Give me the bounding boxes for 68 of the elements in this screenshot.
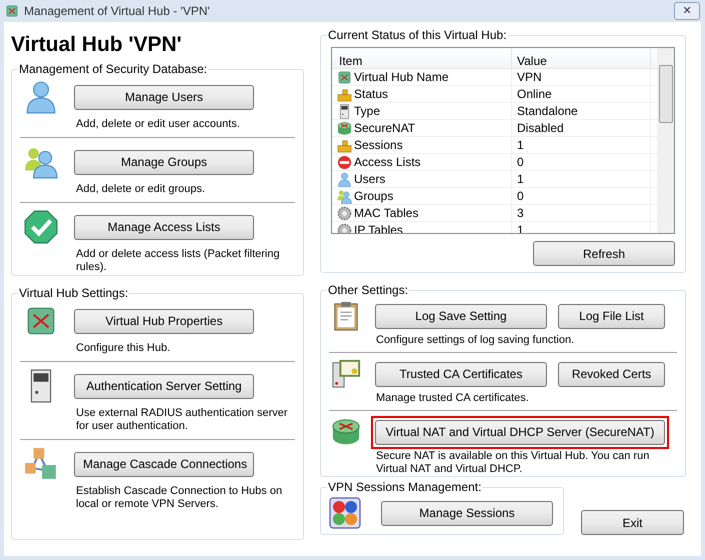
description: Establish Cascade Connection to Hubs on local or remote VPN Servers.: [76, 485, 284, 511]
action-button[interactable]: Virtual Hub Properties: [74, 308, 254, 334]
action-button[interactable]: Log File List: [558, 304, 665, 328]
action-button[interactable]: Manage Groups: [74, 150, 254, 174]
status-icon: [337, 138, 352, 152]
action-button[interactable]: Revoked Certs: [558, 362, 665, 386]
description: Configure settings of log saving function.: [376, 334, 576, 347]
table-cell: Sessions: [354, 138, 403, 152]
action-button[interactable]: Manage Access Lists: [74, 214, 254, 240]
scrollbar-thumb[interactable]: [658, 65, 672, 123]
table-cell: Online: [517, 86, 552, 102]
action-button[interactable]: Manage Cascade Connections: [74, 452, 254, 476]
table-cell: Status: [354, 86, 388, 102]
description: Add or delete access lists (Packet filtering rules).: [76, 248, 281, 274]
action-button[interactable]: Exit: [581, 510, 684, 535]
table-cell: Virtual Hub Name: [354, 70, 448, 84]
table-cell: 1: [517, 138, 524, 152]
description: Add, delete or edit groups.: [76, 183, 206, 196]
table-cell: 0: [517, 154, 524, 170]
description: Use external RADIUS authentication server for user authentication.: [76, 407, 289, 433]
action-button[interactable]: Trusted CA Certificates: [375, 362, 547, 386]
table-cell: Users: [354, 172, 386, 186]
table-cell: 3: [517, 206, 524, 220]
no-entry-icon: [337, 154, 352, 170]
action-button[interactable]: Manage Users: [74, 84, 254, 110]
cascade-icon: [24, 447, 58, 481]
action-button[interactable]: Manage Sessions: [381, 500, 553, 526]
table-cell: SecureNAT: [354, 120, 416, 136]
hub-icon: [337, 70, 352, 84]
description: Secure NAT is available on this Virtual Hub. You can run Virtual NAT and Virtual DHCP.: [376, 450, 650, 476]
router-icon: [337, 120, 352, 136]
window-title: Management of Virtual Hub - 'VPN': [24, 3, 210, 20]
group-title: Current Status of this Virtual Hub:: [327, 27, 508, 44]
table-cell: Access Lists: [354, 154, 421, 170]
certificate-server-icon: [331, 359, 361, 389]
table-cell: MAC Tables: [354, 206, 418, 220]
table-cell: VPN: [517, 70, 542, 84]
action-button[interactable]: Log Save Setting: [375, 304, 547, 328]
table-cell: Disabled: [517, 120, 564, 136]
action-button[interactable]: Refresh: [533, 241, 675, 266]
group-icon: [337, 188, 352, 204]
description: Configure this Hub.: [76, 342, 172, 355]
close-button[interactable]: ✕: [674, 2, 700, 20]
app-icon: [5, 4, 19, 18]
router-icon: [331, 417, 361, 447]
scrollbar[interactable]: [657, 48, 674, 233]
group-title: Other Settings:: [327, 282, 410, 299]
action-button[interactable]: Authentication Server Setting: [74, 374, 254, 398]
group-title: Virtual Hub Settings:: [18, 285, 130, 302]
group-title: VPN Sessions Management:: [327, 479, 482, 496]
status-icon: [337, 86, 352, 102]
column-header[interactable]: Value: [512, 48, 651, 68]
check-icon: [24, 210, 58, 244]
group-title: Management of Security Database:: [18, 61, 208, 78]
group-icon: [24, 145, 58, 179]
table-cell: 0: [517, 188, 524, 204]
sessions-icon: [329, 497, 361, 529]
description: Add, delete or edit user accounts.: [76, 118, 241, 131]
table-cell: Standalone: [517, 104, 578, 118]
column-header[interactable]: Item: [332, 48, 512, 68]
page-heading: Virtual Hub 'VPN': [11, 32, 183, 58]
action-button[interactable]: Virtual NAT and Virtual DHCP Server (SecureNAT): [375, 420, 665, 444]
table-cell: Type: [354, 104, 380, 118]
table-cell: 1: [517, 172, 524, 186]
table-cell: Groups: [354, 188, 394, 204]
user-icon: [24, 80, 58, 114]
user-icon: [337, 172, 352, 186]
description: Manage trusted CA certificates.: [376, 392, 530, 405]
